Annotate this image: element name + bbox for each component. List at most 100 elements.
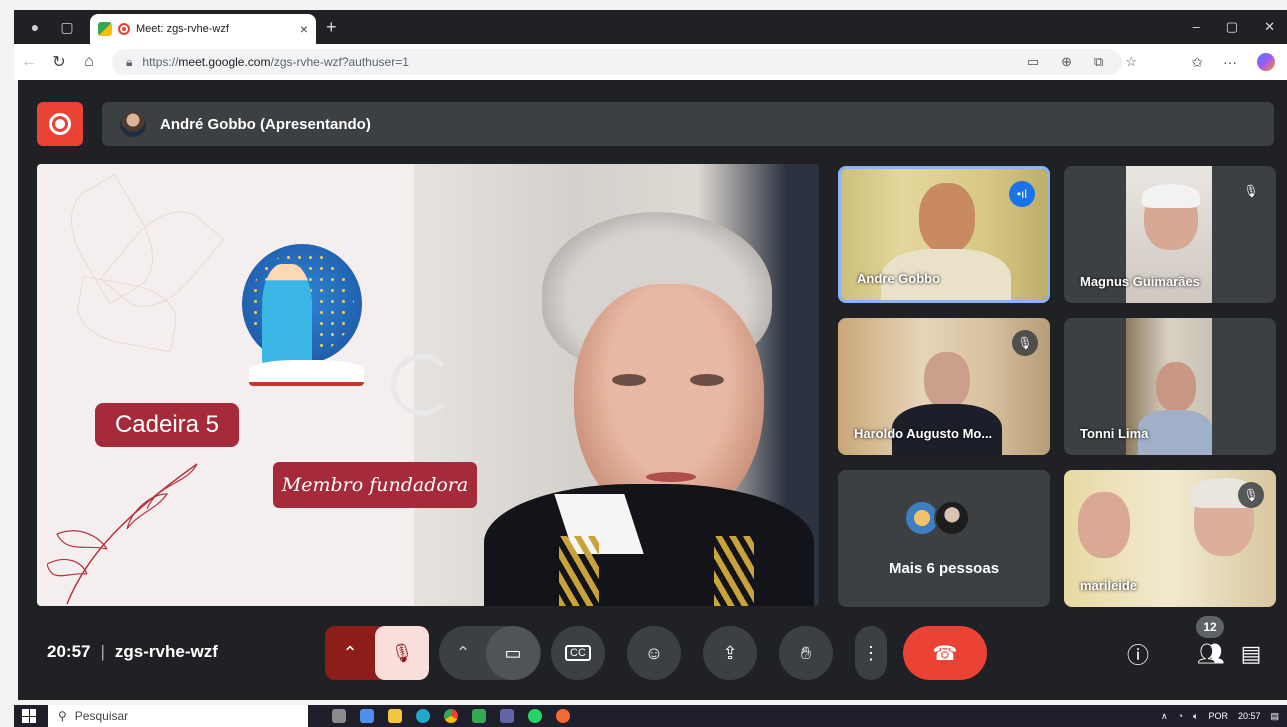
people-button[interactable]: 👥︎ — [1193, 636, 1229, 672]
portrait-embroidery — [714, 536, 754, 606]
muted-mic-icon: 🎙︎ — [1012, 330, 1038, 356]
people-icon: 👥︎ — [1197, 641, 1225, 666]
lock-icon: 🔒︎ — [126, 54, 133, 69]
home-icon[interactable]: ⌂ — [74, 53, 104, 71]
edge-icon[interactable] — [416, 709, 430, 723]
captions-icon: CC — [565, 645, 591, 661]
more-options-icon[interactable]: ··· — [1223, 54, 1237, 70]
window-controls: – ▢ ✕ — [1193, 19, 1287, 35]
favorite-star-icon[interactable]: ☆ — [1125, 54, 1137, 70]
portrait-eye — [690, 374, 724, 386]
app-icon[interactable] — [500, 709, 514, 723]
chrome-icon[interactable] — [444, 709, 458, 723]
participant-tile[interactable]: Tonni Lima — [1064, 318, 1276, 455]
membro-fundadora-label: Membro fundadora — [273, 462, 477, 508]
reactions-button[interactable]: ☺ — [627, 626, 681, 680]
app-icon[interactable] — [360, 709, 374, 723]
mic-off-button[interactable]: 🎙︎ — [375, 626, 429, 680]
cadeira-label: Cadeira 5 — [95, 403, 239, 447]
language-indicator[interactable]: POR — [1208, 711, 1228, 721]
taskbar-search[interactable]: ⚲ Pesquisar — [48, 705, 308, 727]
presentation-slide: Cadeira 5 — [37, 164, 414, 606]
volume-icon[interactable]: 🔈︎ — [1193, 711, 1198, 722]
favorites-list-icon[interactable]: ✩ — [1191, 54, 1203, 71]
mic-options-chevron-icon[interactable]: ⌃ — [325, 643, 375, 664]
more-options-button[interactable]: ⋮ — [855, 626, 887, 680]
meet-window: André Gobbo (Apresentando) Cadeira 5 Mem… — [18, 80, 1287, 700]
more-avatars — [904, 500, 970, 536]
system-tray: ∧ ◔ 🔈︎ POR 20:57 ▤ — [1161, 711, 1287, 722]
browser-tab-meet[interactable]: Meet: zgs-rvhe-wzf × — [90, 14, 316, 44]
raise-hand-button[interactable]: ✋︎ — [779, 626, 833, 680]
app-icon[interactable] — [472, 709, 486, 723]
captions-button[interactable]: CC — [551, 626, 605, 680]
camera-options-chevron-icon[interactable]: ⌃ — [440, 643, 486, 664]
loading-spinner-icon — [391, 354, 453, 416]
notifications-icon[interactable]: ▤ — [1270, 711, 1279, 722]
participant-tile[interactable]: 🎙︎ Haroldo Augusto Mo... — [838, 318, 1050, 455]
close-window-icon[interactable]: ✕ — [1264, 19, 1275, 35]
portrait-body — [484, 484, 814, 606]
address-bar-row: ← ↻ ⌂ 🔒︎ https://meet.google.com/zgs-rvh… — [14, 44, 1287, 80]
participant-tile[interactable]: 🎙︎ marileide — [1064, 470, 1276, 607]
hangup-icon: ☎︎ — [932, 642, 958, 665]
zoom-icon[interactable]: ⊕ — [1061, 54, 1072, 70]
search-icon: ⚲ — [58, 709, 67, 723]
hand-icon: ✋︎ — [800, 642, 812, 663]
meeting-info: 20:57 | zgs-rvhe-wzf — [47, 642, 218, 662]
profile-icon[interactable]: ● — [24, 16, 46, 38]
more-participants-tile[interactable]: Mais 6 pessoas — [838, 470, 1050, 607]
taskbar-apps — [332, 709, 570, 723]
tray-chevron-icon[interactable]: ∧ — [1161, 711, 1168, 722]
new-tab-button[interactable]: + — [326, 17, 337, 38]
app-icon[interactable] — [556, 709, 570, 723]
windows-start-icon[interactable] — [22, 709, 36, 723]
participant-head — [1078, 492, 1130, 558]
participant-avatar — [934, 500, 970, 536]
wifi-icon[interactable]: ◔ — [1178, 711, 1183, 721]
participant-head — [919, 183, 975, 253]
presenter-bar: André Gobbo (Apresentando) — [102, 102, 1274, 146]
tab-title: Meet: zgs-rvhe-wzf — [136, 23, 229, 35]
meet-favicon-icon — [98, 22, 112, 36]
tab-actions-icon[interactable]: ▢ — [56, 16, 78, 38]
file-explorer-icon[interactable] — [388, 709, 402, 723]
muted-mic-icon: 🎙︎ — [1238, 482, 1264, 508]
presenter-label: André Gobbo (Apresentando) — [160, 115, 371, 133]
copilot-icon[interactable] — [1257, 53, 1275, 71]
back-arrow-icon[interactable]: ← — [14, 53, 44, 71]
participant-tile[interactable]: 🎙︎ Magnus Guimarães — [1064, 166, 1276, 303]
task-view-icon[interactable] — [332, 709, 346, 723]
participant-name: Haroldo Augusto Mo... — [854, 426, 993, 441]
presenter-avatar — [120, 111, 146, 137]
shared-screen[interactable]: Cadeira 5 Membro fundadora — [37, 164, 819, 606]
app-install-icon[interactable]: ⧉ — [1094, 54, 1103, 70]
camera-button[interactable]: ▭ — [486, 626, 540, 680]
camera-permission-icon[interactable]: ▭ — [1027, 54, 1039, 70]
url-host: meet.google.com — [178, 55, 271, 69]
portrait-mouth — [646, 472, 696, 482]
present-screen-button[interactable]: ⇪ — [703, 626, 757, 680]
reload-icon[interactable]: ↻ — [44, 52, 74, 72]
participant-name: Magnus Guimarães — [1080, 274, 1200, 289]
recording-button[interactable] — [37, 102, 83, 146]
leave-call-button[interactable]: ☎︎ — [903, 626, 987, 680]
more-vert-icon: ⋮ — [862, 642, 880, 663]
whatsapp-icon[interactable] — [528, 709, 542, 723]
participant-head — [1156, 362, 1196, 412]
participant-tile[interactable]: •ıl Andre Gobbo — [838, 166, 1050, 303]
taskbar-clock[interactable]: 20:57 — [1238, 711, 1261, 721]
restore-icon[interactable]: ▢ — [1226, 19, 1238, 35]
minimize-icon[interactable]: – — [1193, 19, 1200, 35]
participant-hair — [1142, 184, 1200, 208]
windows-taskbar: ⚲ Pesquisar ∧ ◔ 🔈︎ POR 20:57 ▤ — [14, 705, 1287, 727]
meeting-details-button[interactable]: ⓘ — [1120, 636, 1156, 672]
browser-toolbar-right: ✩ ··· — [1191, 53, 1287, 71]
leaf-branch-decoration — [47, 463, 198, 604]
url-field[interactable]: 🔒︎ https://meet.google.com/zgs-rvhe-wzf?… — [112, 49, 1122, 75]
chat-button[interactable]: ▤ — [1233, 636, 1269, 672]
portrait-eye — [612, 374, 646, 386]
url-path: /zgs-rvhe-wzf?authuser=1 — [270, 55, 409, 69]
logo-book — [249, 360, 364, 386]
close-tab-icon[interactable]: × — [300, 21, 308, 37]
